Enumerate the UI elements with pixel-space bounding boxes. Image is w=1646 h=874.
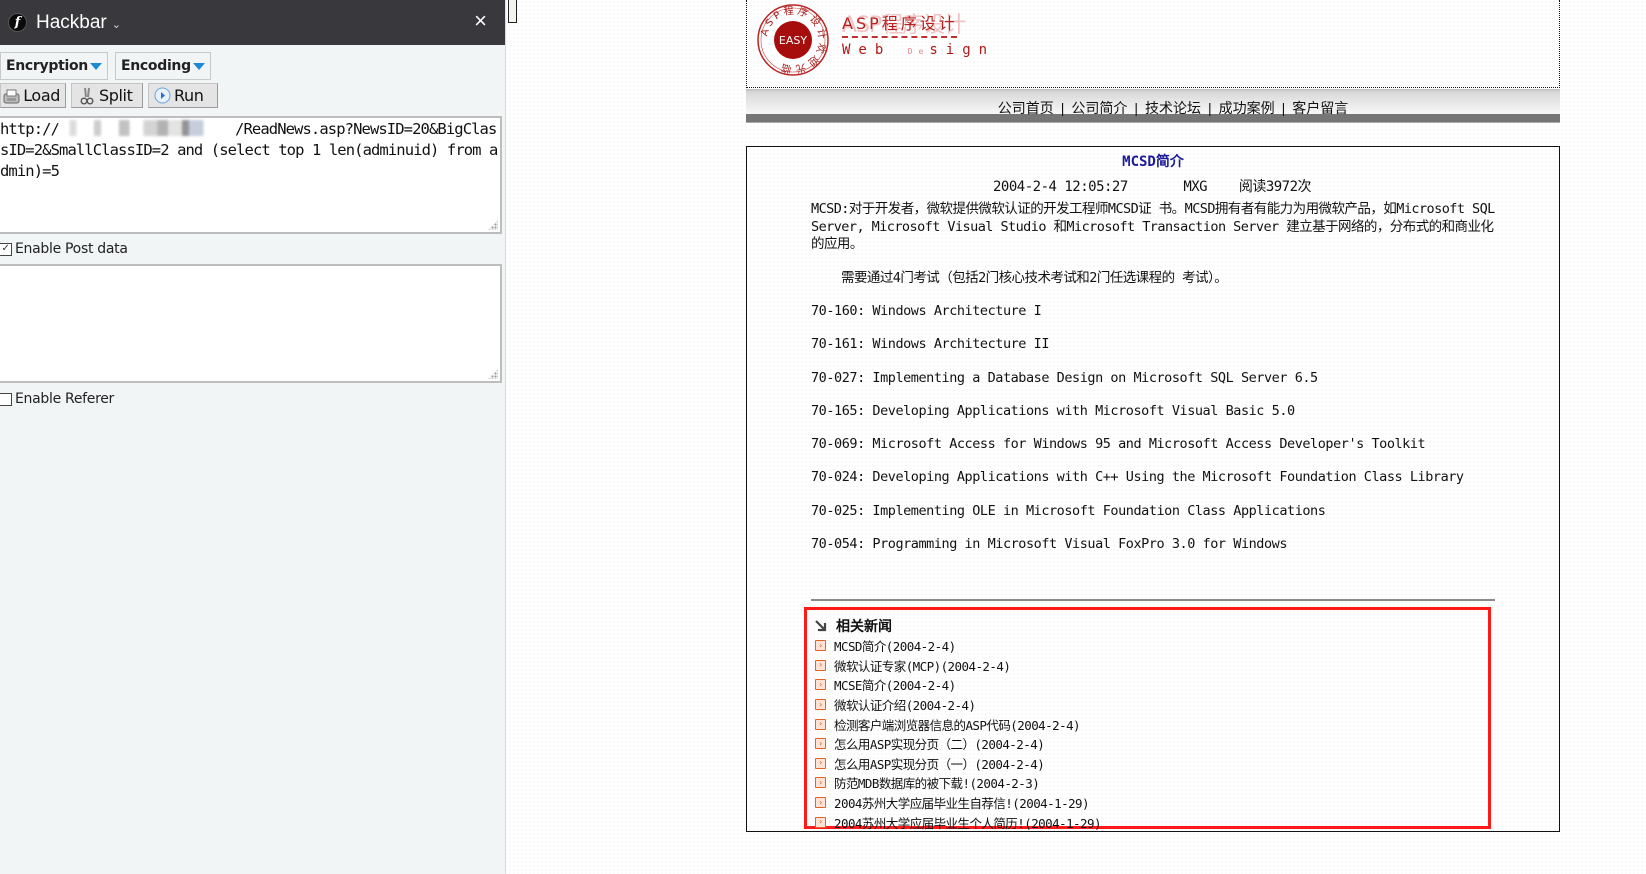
encoding-label: Encoding <box>120 58 191 74</box>
article-author: MXG <box>1183 179 1208 195</box>
url-prefix: http:// <box>0 120 60 138</box>
article-date: 2004-2-4 12:05:27 <box>993 179 1128 195</box>
chevron-down-icon[interactable]: ⌄ <box>112 18 121 31</box>
load-url-button[interactable]: Load <box>0 83 66 108</box>
article-title: MCSD简介 <box>1122 154 1184 170</box>
dropdown-arrow-icon <box>89 62 102 70</box>
referer-toggle[interactable]: Enable Referer <box>0 391 114 407</box>
nav-cases[interactable]: 成功案例 <box>1219 100 1275 116</box>
execute-button[interactable]: Run <box>148 83 218 108</box>
related-news-heading: 相关新闻 <box>814 616 892 636</box>
run-label: Run <box>174 86 204 105</box>
bullet-arrow-icon: › <box>815 718 826 730</box>
referer-checkbox[interactable] <box>0 392 12 406</box>
hackbar-action-row: Load Split Run <box>0 83 218 108</box>
firefox-addon-icon: f <box>8 13 27 32</box>
play-icon <box>153 87 171 105</box>
exam-item: 70-025: Implementing OLE in Microsoft Fo… <box>811 502 1326 519</box>
exam-item: 70-160: Windows Architecture I <box>811 303 1042 319</box>
related-news-box: 相关新闻 › MCSD简介(2004-2-4) › 微软认证专家(MCP)(2004… <box>804 607 1491 832</box>
exam-item: 70-027: Implementing a Database Design o… <box>811 369 1318 386</box>
post-data-label: Enable Post data <box>15 241 128 257</box>
related-news-item[interactable]: › MCSD简介(2004-2-4) <box>815 636 1101 656</box>
post-data-checkbox[interactable]: ✓ <box>0 242 12 256</box>
exam-item: 70-161: Windows Architecture II <box>811 336 1050 353</box>
split-label: Split <box>99 86 133 105</box>
divider <box>811 599 1495 601</box>
site-logo-text: ASP程序设计 ASP程序设计 Web Design <box>842 10 995 58</box>
bullet-arrow-icon: › <box>815 816 826 828</box>
encryption-label: Encryption <box>6 58 88 74</box>
hackbar-panel: f Hackbar ⌄ × Encryption Encoding Load S… <box>0 0 506 874</box>
post-data-toggle[interactable]: ✓ Enable Post data <box>0 241 128 257</box>
bullet-arrow-icon: › <box>815 659 826 671</box>
article-paragraph: MCSD:对于开发者，微软提供微软认证的开发工程师MCSD证 书。MCSD拥有者… <box>811 201 1495 252</box>
related-news-item[interactable]: › MCSE简介(2004-2-4) <box>815 675 1101 695</box>
exam-item: 70-165: Developing Applications with Mic… <box>811 402 1295 419</box>
article-paragraph: 需要通过4门考试（包括2门核心技术考试和2门任选课程的 考试）。 <box>841 269 1228 286</box>
site-navbar: 公司首页 | 公司简介 | 技术论坛 | 成功案例 | 客户留言 <box>746 89 1560 122</box>
post-data-textarea[interactable] <box>0 264 502 383</box>
exam-item: 70-054: Programming in Microsoft Visual … <box>811 536 1288 553</box>
bullet-arrow-icon: › <box>815 679 826 691</box>
url-textarea[interactable]: http:///ReadNews.asp?NewsID=20&BigClassI… <box>0 116 502 234</box>
article-body: MCSD:对于开发者，微软提供微软认证的开发工程师MCSD证 书。MCSD拥有者… <box>811 201 1501 287</box>
website: ASP程序设计欢迎光临 EASY ASP程序设计 ASP程序设计 Web Des… <box>746 0 1560 874</box>
nav-forum[interactable]: 技术论坛 <box>1145 100 1201 116</box>
close-icon[interactable]: × <box>474 9 487 33</box>
logo-title-shadow: ASP程序设计 <box>842 13 966 38</box>
related-news-item[interactable]: › 防范MDB数据库的被下载!(2004-2-3) <box>815 773 1101 793</box>
related-news-item[interactable]: › 2004苏州大学应届毕业生个人简历!(2004-1-29) <box>815 812 1102 832</box>
referer-label: Enable Referer <box>15 391 115 407</box>
exam-item: 70-024: Developing Applications with C++… <box>811 469 1464 486</box>
nav-guestbook[interactable]: 客户留言 <box>1292 100 1348 116</box>
related-news-item[interactable]: › 怎么用ASP实现分页（二）(2004-2-4) <box>815 734 1101 754</box>
nav-about[interactable]: 公司简介 <box>1071 100 1127 116</box>
resize-grip-icon[interactable] <box>488 220 498 230</box>
exam-list: 70-160: Windows Architecture I 70-161: W… <box>811 303 1464 569</box>
article-panel: MCSD简介 2004-2-4 12:05:27 MXG 阅读3972次 MCS… <box>746 146 1560 832</box>
article-reads: 阅读3972次 <box>1238 179 1312 195</box>
page-scrollbar-thumb[interactable] <box>508 0 517 23</box>
related-news-item[interactable]: › 微软认证介绍(2004-2-4) <box>815 695 1101 715</box>
load-label: Load <box>23 86 60 105</box>
split-url-button[interactable]: Split <box>71 83 143 108</box>
load-icon <box>3 87 20 105</box>
bullet-arrow-icon: › <box>815 757 826 769</box>
seal-center-text: EASY <box>779 34 807 47</box>
nav-home[interactable]: 公司首页 <box>998 100 1054 116</box>
bullet-arrow-icon: › <box>815 640 826 652</box>
bullet-arrow-icon: › <box>815 699 826 711</box>
hackbar-header: f Hackbar ⌄ × <box>0 0 505 45</box>
site-header: ASP程序设计欢迎光临 EASY ASP程序设计 ASP程序设计 Web Des… <box>746 0 1560 88</box>
scissors-icon <box>78 87 96 105</box>
related-news-item[interactable]: › 2004苏州大学应届毕业生自荐信!(2004-1-29) <box>815 793 1101 813</box>
related-news-item[interactable]: › 怎么用ASP实现分页（一）(2004-2-4) <box>815 754 1101 774</box>
encoding-dropdown[interactable]: Encoding <box>114 52 211 80</box>
arrow-down-right-icon <box>815 620 827 632</box>
hackbar-title[interactable]: Hackbar <box>36 12 107 34</box>
site-logo-seal-icon[interactable]: ASP程序设计欢迎光临 EASY <box>756 3 830 77</box>
resize-grip-icon[interactable] <box>488 369 498 379</box>
encryption-dropdown[interactable]: Encryption <box>0 52 108 80</box>
hackbar-menu-row: Encryption Encoding <box>0 52 211 80</box>
related-news-item[interactable]: › 检测客户端浏览器信息的ASP代码(2004-2-4) <box>815 714 1101 734</box>
bullet-arrow-icon: › <box>815 738 826 750</box>
article-meta: 2004-2-4 12:05:27 MXG 阅读3972次 <box>993 176 1312 196</box>
exam-item: 70-069: Microsoft Access for Windows 95 … <box>811 436 1426 453</box>
related-news-list: › MCSD简介(2004-2-4) › 微软认证专家(MCP)(2004-2-4)… <box>815 636 1102 832</box>
related-news-item[interactable]: › 微软认证专家(MCP)(2004-2-4) <box>815 656 1101 676</box>
redacted-host <box>59 120 236 136</box>
bullet-arrow-icon: › <box>815 797 826 809</box>
logo-subtitle: Web Design <box>842 42 996 58</box>
dropdown-arrow-icon <box>192 62 205 70</box>
bullet-arrow-icon: › <box>815 777 826 789</box>
